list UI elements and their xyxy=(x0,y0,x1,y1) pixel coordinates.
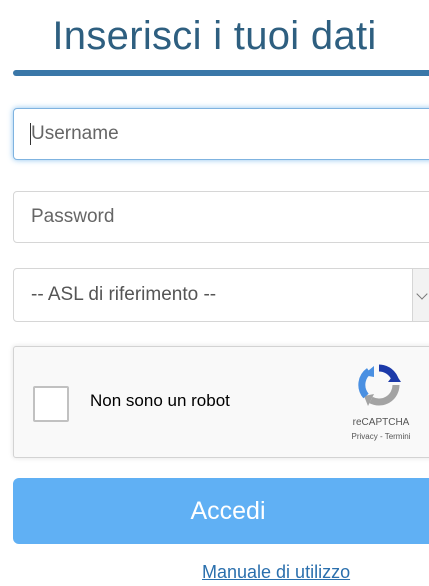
login-button[interactable]: Accedi xyxy=(13,478,429,544)
asl-select[interactable]: -- ASL di riferimento -- xyxy=(13,268,429,322)
asl-select-value: -- ASL di riferimento -- xyxy=(31,284,217,305)
recaptcha-widget: Non sono un robot reCAPTCHA Privacy - Te… xyxy=(13,346,429,458)
username-input[interactable] xyxy=(13,108,429,160)
recaptcha-checkbox[interactable] xyxy=(33,386,69,422)
asl-select-toggle[interactable] xyxy=(412,269,429,321)
chevron-down-icon xyxy=(416,288,428,300)
page-title: Inserisci i tuoi dati xyxy=(52,14,377,58)
user-manual-link[interactable]: Manuale di utilizzo xyxy=(202,561,350,583)
recaptcha-brand: reCAPTCHA xyxy=(352,417,410,428)
title-underline xyxy=(13,70,429,76)
text-caret xyxy=(30,123,31,145)
recaptcha-label: Non sono un robot xyxy=(90,391,230,410)
recaptcha-logo-icon xyxy=(358,364,401,406)
password-input[interactable] xyxy=(13,191,429,243)
recaptcha-privacy-links[interactable]: Privacy - Termini xyxy=(336,431,426,442)
